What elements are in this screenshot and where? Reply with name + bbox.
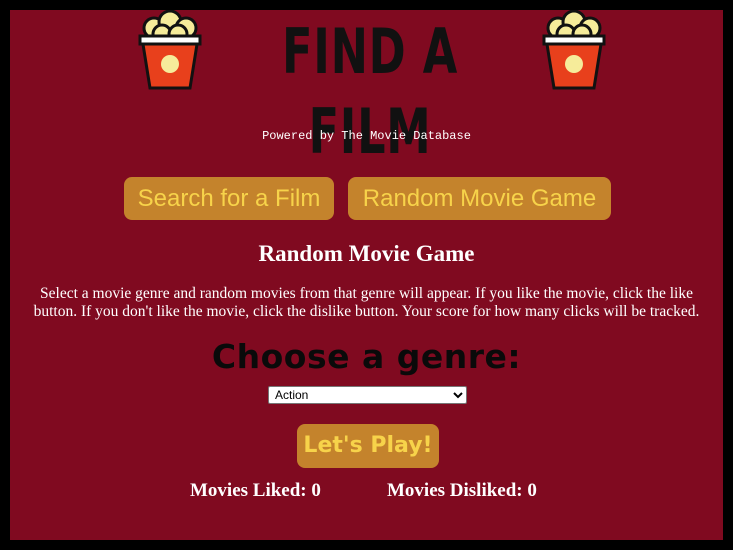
site-logo: FIND A FILM bbox=[282, 15, 458, 168]
movies-liked-score: Movies Liked: 0 bbox=[190, 480, 321, 502]
popcorn-icon bbox=[138, 10, 202, 90]
movies-disliked-count: 0 bbox=[527, 480, 537, 501]
header: FIND A FILM bbox=[10, 10, 723, 168]
popcorn-icon bbox=[542, 10, 606, 90]
search-film-button[interactable]: Search for a Film bbox=[124, 177, 334, 220]
movies-liked-label: Movies Liked: bbox=[190, 480, 307, 501]
lets-play-button[interactable]: Let's Play! bbox=[297, 424, 439, 468]
movies-liked-count: 0 bbox=[311, 480, 321, 501]
genre-heading: Choose a genre: bbox=[211, 337, 522, 376]
page-frame: FIND A FILM Powered by The Movie Databas… bbox=[10, 10, 723, 540]
game-description: Select a movie genre and random movies f… bbox=[33, 285, 700, 320]
nav-bar: Search for a Film Random Movie Game bbox=[10, 177, 723, 221]
movies-disliked-label: Movies Disliked: bbox=[387, 480, 523, 501]
random-movie-game-button[interactable]: Random Movie Game bbox=[348, 177, 611, 220]
game-title: Random Movie Game bbox=[258, 241, 475, 266]
genre-select[interactable]: Action bbox=[268, 386, 467, 404]
powered-by-text: Powered by The Movie Database bbox=[262, 129, 471, 143]
movies-disliked-score: Movies Disliked: 0 bbox=[387, 480, 537, 502]
